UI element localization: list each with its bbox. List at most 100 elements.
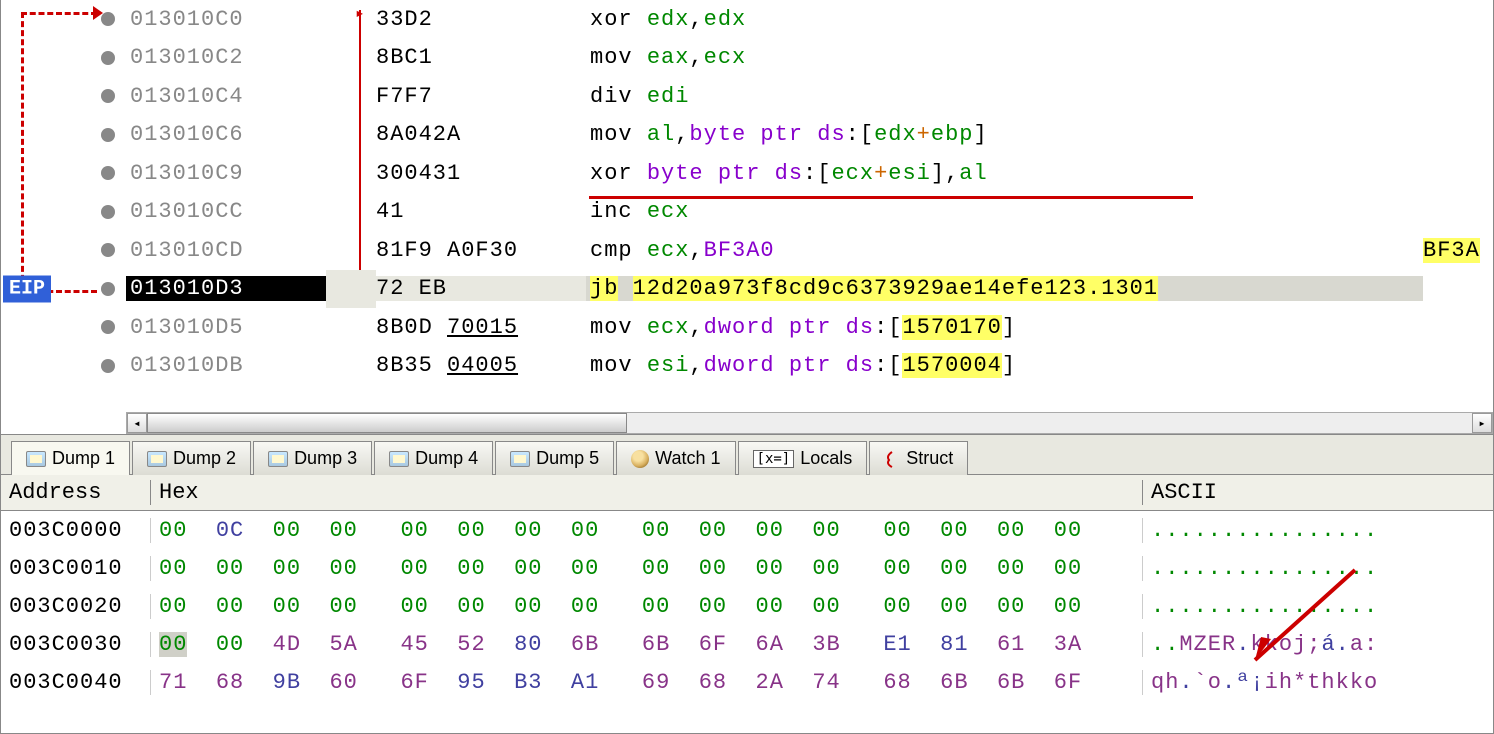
tab-struct[interactable]: Struct — [869, 441, 968, 475]
tab-dump-5[interactable]: Dump 5 — [495, 441, 614, 475]
gutter[interactable] — [1, 308, 126, 347]
disasm-row[interactable]: EIP 013010D3 72 EBjb 12d20a973f8cd9c637392… — [1, 270, 1493, 309]
bytes-cell[interactable]: 8BC1 — [376, 45, 586, 70]
breakpoint-dot[interactable] — [101, 128, 115, 142]
hex-ascii[interactable]: ................ — [1143, 594, 1493, 619]
address-cell[interactable]: 013010DB — [126, 353, 326, 378]
hex-bytes[interactable]: 00 00 00 00 00 00 00 00 00 00 00 00 00 0… — [151, 594, 1143, 619]
eip-indicator: EIP — [3, 275, 51, 302]
gutter[interactable] — [1, 0, 126, 39]
instruction-cell[interactable]: cmp ecx,BF3A0 — [586, 238, 1423, 263]
bytes-cell[interactable]: 81F9 A0F30 — [376, 238, 586, 263]
breakpoint-dot[interactable] — [101, 205, 115, 219]
hex-header-hex: Hex — [151, 480, 1143, 505]
hex-header-ascii: ASCII — [1143, 480, 1493, 505]
disasm-row[interactable]: 013010D5 8B0D 70015mov ecx,dword ptr ds:[… — [1, 308, 1493, 347]
gutter[interactable] — [1, 193, 126, 232]
address-cell[interactable]: 013010D5 — [126, 315, 326, 340]
disassembly-panel[interactable]: ▸ ˄ 013010C033D2xor edx,edx013010C28BC1m… — [0, 0, 1494, 435]
disasm-row[interactable]: 013010CD 81F9 A0F30cmp ecx,BF3A0BF3A — [1, 231, 1493, 270]
instruction-cell[interactable]: inc ecx — [586, 199, 1423, 224]
tab-watch-1[interactable]: Watch 1 — [616, 441, 735, 475]
breakpoint-dot[interactable] — [101, 320, 115, 334]
hex-address[interactable]: 003C0040 — [1, 670, 151, 695]
address-cell[interactable]: 013010CC — [126, 199, 326, 224]
hex-row[interactable]: 003C001000 00 00 00 00 00 00 00 00 00 00… — [1, 549, 1493, 587]
instruction-cell[interactable]: div edi — [586, 84, 1423, 109]
breakpoint-dot[interactable] — [101, 359, 115, 373]
breakpoint-dot[interactable] — [101, 12, 115, 26]
hex-bytes[interactable]: 71 68 9B 60 6F 95 B3 A1 69 68 2A 74 68 6… — [151, 670, 1143, 695]
hex-ascii[interactable]: ................ — [1143, 518, 1493, 543]
breakpoint-dot[interactable] — [101, 282, 115, 296]
disasm-row[interactable]: 013010C2 8BC1mov eax,ecx — [1, 39, 1493, 78]
gutter[interactable] — [1, 231, 126, 270]
address-cell[interactable]: 013010D3 — [126, 276, 326, 301]
hex-bytes[interactable]: 00 0C 00 00 00 00 00 00 00 00 00 00 00 0… — [151, 518, 1143, 543]
hex-address[interactable]: 003C0010 — [1, 556, 151, 581]
instruction-cell[interactable]: xor byte ptr ds:[ecx+esi],al — [586, 161, 1423, 186]
comment-cell[interactable]: BF3A — [1423, 238, 1493, 263]
bytes-cell[interactable]: 72 EB — [376, 276, 586, 301]
disasm-row[interactable]: 013010C9 300431xor byte ptr ds:[ecx+esi],… — [1, 154, 1493, 193]
address-cell[interactable]: 013010CD — [126, 238, 326, 263]
breakpoint-dot[interactable] — [101, 166, 115, 180]
hex-row[interactable]: 003C002000 00 00 00 00 00 00 00 00 00 00… — [1, 587, 1493, 625]
address-cell[interactable]: 013010C6 — [126, 122, 326, 147]
disasm-row[interactable]: 013010C4 F7F7div edi — [1, 77, 1493, 116]
tab-dump-3[interactable]: Dump 3 — [253, 441, 372, 475]
scrollbar-track[interactable] — [147, 413, 1472, 433]
gutter[interactable] — [1, 77, 126, 116]
address-cell[interactable]: 013010C4 — [126, 84, 326, 109]
disasm-row[interactable]: 013010C6 8A042Amov al,byte ptr ds:[edx+eb… — [1, 116, 1493, 155]
scrollbar-thumb[interactable] — [147, 413, 627, 433]
bytes-cell[interactable]: 33D2 — [376, 7, 586, 32]
hex-ascii[interactable]: ................ — [1143, 556, 1493, 581]
gutter[interactable] — [1, 39, 126, 78]
gutter[interactable] — [1, 116, 126, 155]
disasm-row[interactable]: 013010DB 8B35 04005mov esi,dword ptr ds:[… — [1, 347, 1493, 386]
gutter[interactable] — [1, 347, 126, 386]
instruction-cell[interactable]: jb 12d20a973f8cd9c6373929ae14efe123.1301 — [586, 276, 1423, 301]
hex-address[interactable]: 003C0000 — [1, 518, 151, 543]
breakpoint-dot[interactable] — [101, 89, 115, 103]
instruction-cell[interactable]: mov al,byte ptr ds:[edx+ebp] — [586, 122, 1423, 147]
instruction-cell[interactable]: mov ecx,dword ptr ds:[1570170] — [586, 315, 1423, 340]
bytes-cell[interactable]: 41 — [376, 199, 586, 224]
breakpoint-dot[interactable] — [101, 51, 115, 65]
gutter[interactable]: EIP — [1, 270, 126, 309]
bytes-cell[interactable]: 8B0D 70015 — [376, 315, 586, 340]
address-cell[interactable]: 013010C0 — [126, 7, 326, 32]
disasm-row[interactable]: 013010CC 41inc ecx — [1, 193, 1493, 232]
tab-dump-1[interactable]: Dump 1 — [11, 441, 130, 475]
instruction-cell[interactable]: mov eax,ecx — [586, 45, 1423, 70]
address-cell[interactable]: 013010C9 — [126, 161, 326, 186]
instruction-cell[interactable]: xor edx,edx — [586, 7, 1423, 32]
hex-ascii[interactable]: qh.`o.ª¡ih*thkko — [1143, 670, 1493, 695]
tab-label: Dump 2 — [173, 448, 236, 469]
bytes-cell[interactable]: 8B35 04005 — [376, 353, 586, 378]
breakpoint-dot[interactable] — [101, 243, 115, 257]
bytes-cell[interactable]: 8A042A — [376, 122, 586, 147]
address-cell[interactable]: 013010C2 — [126, 45, 326, 70]
tab-dump-4[interactable]: Dump 4 — [374, 441, 493, 475]
tab-dump-2[interactable]: Dump 2 — [132, 441, 251, 475]
hex-dump-panel[interactable]: Address Hex ASCII 003C000000 0C 00 00 00… — [0, 475, 1494, 734]
hex-row[interactable]: 003C000000 0C 00 00 00 00 00 00 00 00 00… — [1, 511, 1493, 549]
bytes-cell[interactable]: F7F7 — [376, 84, 586, 109]
bytes-cell[interactable]: 300431 — [376, 161, 586, 186]
hex-row[interactable]: 003C003000 00 4D 5A 45 52 80 6B 6B 6F 6A… — [1, 625, 1493, 663]
horizontal-scrollbar[interactable]: ◂ ▸ — [126, 412, 1493, 434]
hex-ascii[interactable]: ..MZER.kkoj;á.a: — [1143, 632, 1493, 657]
instruction-cell[interactable]: mov esi,dword ptr ds:[1570004] — [586, 353, 1423, 378]
tab-locals[interactable]: [x=]Locals — [738, 441, 868, 475]
hex-address[interactable]: 003C0030 — [1, 632, 151, 657]
hex-bytes[interactable]: 00 00 4D 5A 45 52 80 6B 6B 6F 6A 3B E1 8… — [151, 632, 1143, 657]
scroll-left-button[interactable]: ◂ — [127, 413, 147, 433]
scroll-right-button[interactable]: ▸ — [1472, 413, 1492, 433]
hex-bytes[interactable]: 00 00 00 00 00 00 00 00 00 00 00 00 00 0… — [151, 556, 1143, 581]
hex-address[interactable]: 003C0020 — [1, 594, 151, 619]
hex-row[interactable]: 003C004071 68 9B 60 6F 95 B3 A1 69 68 2A… — [1, 663, 1493, 701]
disasm-row[interactable]: 013010C0 33D2xor edx,edx — [1, 0, 1493, 39]
gutter[interactable] — [1, 154, 126, 193]
